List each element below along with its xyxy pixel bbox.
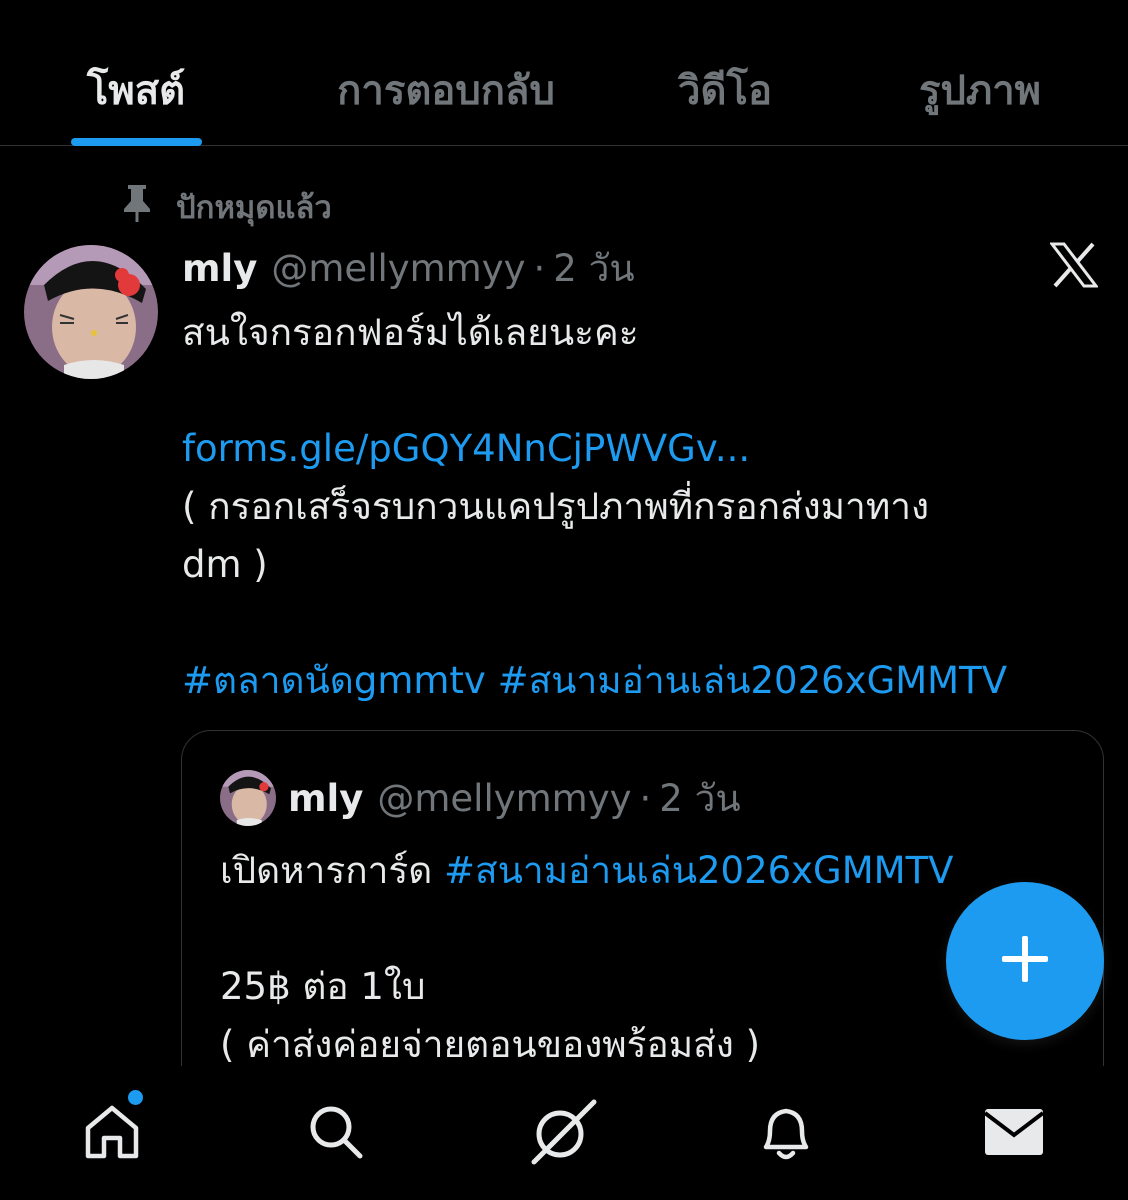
tab-videos[interactable]: วิดีโอ <box>678 58 772 122</box>
home-icon <box>82 1102 142 1166</box>
quote-author-name: mly <box>288 776 364 820</box>
x-logo-icon <box>1048 242 1100 292</box>
avatar[interactable] <box>24 245 158 379</box>
nav-home[interactable] <box>72 1094 152 1174</box>
bottom-navigation <box>0 1066 1128 1200</box>
plus-icon <box>1000 934 1050 988</box>
post-time[interactable]: 2 วัน <box>553 239 634 298</box>
hashtags[interactable]: #ตลาดนัดgmmtv #สนามอ่านเล่น2026xGMMTV <box>182 652 1112 710</box>
pinned-indicator: ปักหมุดแล้ว <box>120 182 332 232</box>
profile-tabs: โพสต์ การตอบกลับ วิดีโอ รูปภาพ <box>0 0 1128 146</box>
bell-icon <box>756 1101 816 1167</box>
nav-messages[interactable] <box>974 1094 1054 1174</box>
quote-header: mly @mellymmyy · 2 วัน <box>288 770 741 826</box>
mail-icon <box>983 1107 1045 1161</box>
tab-posts[interactable]: โพสต์ <box>87 58 185 122</box>
search-icon <box>306 1102 366 1166</box>
form-link[interactable]: forms.gle/pGQY4NnCjPWVGv... <box>182 420 1112 478</box>
author-handle[interactable]: @mellymmyy <box>271 247 525 290</box>
quote-line-text: เปิดหารการ์ด <box>220 849 445 892</box>
post-line: dm ) <box>182 543 268 586</box>
compose-button[interactable] <box>946 882 1104 1040</box>
home-new-indicator <box>128 1090 143 1105</box>
post-header: mly @mellymmyy · 2 วัน <box>182 240 635 296</box>
post-line: สนใจกรอกฟอร์มได้เลยนะคะ <box>182 311 639 354</box>
quote-author-handle: @mellymmyy <box>377 776 632 820</box>
separator-dot: · <box>533 246 546 290</box>
author-name[interactable]: mly <box>182 247 257 290</box>
active-tab-indicator <box>71 138 202 146</box>
quote-time: 2 วัน <box>659 776 741 820</box>
grok-icon <box>526 1096 598 1172</box>
nav-search[interactable] <box>296 1094 376 1174</box>
pinned-label: ปักหมุดแล้ว <box>176 190 332 226</box>
post-text: สนใจกรอกฟอร์มได้เลยนะคะ forms.gle/pGQY4N… <box>182 304 1112 710</box>
tab-media[interactable]: รูปภาพ <box>919 58 1041 122</box>
post-line-blank <box>182 594 1112 652</box>
post-line: ( กรอกเสร็จรบกวนแคปรูปภาพที่กรอกส่งมาทาง <box>182 485 930 528</box>
pin-icon <box>120 183 176 231</box>
quote-hashtag[interactable]: #สนามอ่านเล่น2026xGMMTV <box>444 849 953 892</box>
nav-notifications[interactable] <box>746 1094 826 1174</box>
quote-avatar[interactable] <box>220 770 276 826</box>
post-line-blank <box>182 362 1112 420</box>
tab-replies[interactable]: การตอบกลับ <box>337 58 555 122</box>
separator-dot: · <box>639 776 652 820</box>
quote-line: เปิดหารการ์ด #สนามอ่านเล่น2026xGMMTV <box>220 842 1080 900</box>
nav-grok[interactable] <box>522 1094 602 1174</box>
